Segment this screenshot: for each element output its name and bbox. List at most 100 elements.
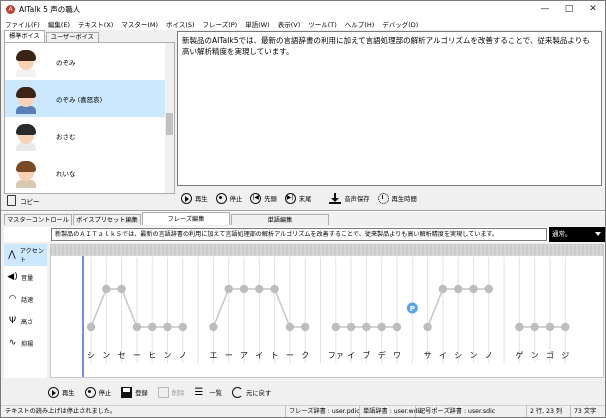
menu-item[interactable]: 編集(E) (44, 19, 74, 29)
voice-list[interactable]: のぞみのぞみ (喜怒哀) おさむれいな (4, 42, 175, 194)
button-label: 停止 (98, 389, 112, 397)
button-label: 一覧 (209, 389, 222, 397)
menu-item[interactable]: マスター(M) (117, 19, 162, 29)
kana-label: ア (240, 351, 248, 360)
voice-name: れいな (56, 169, 76, 178)
tab-edit-0[interactable]: マスターコントロール (4, 214, 72, 225)
kana-label: ジ (561, 351, 569, 360)
list-button[interactable]: ☰ 一覧 (194, 387, 222, 398)
menu-item[interactable]: ツール(T) (304, 19, 341, 29)
stop-button[interactable]: 停止 (215, 192, 242, 204)
undo-button[interactable]: 元に戻す (231, 386, 272, 398)
stop-icon (215, 192, 227, 204)
tab-edit-1[interactable]: ボイスプリセット編集 (73, 214, 141, 225)
voice-item[interactable] (5, 191, 174, 193)
delete-button: 削除 (157, 386, 184, 398)
menu-item[interactable]: テキスト(X) (74, 19, 117, 29)
menu-item[interactable]: 単語(W) (241, 19, 274, 29)
menu-item[interactable]: フレーズ(P) (199, 19, 242, 29)
skip-start-button[interactable]: |◀ 先頭 (250, 192, 277, 204)
tab-user-voice[interactable]: ユーザーボイス (45, 32, 99, 42)
accent-point (178, 322, 187, 332)
param-volume[interactable]: ◀) 音量 (4, 266, 47, 288)
stop-button[interactable]: 停止 (84, 386, 112, 398)
volume-icon: ◀) (7, 272, 18, 282)
copy-label: コピー (20, 197, 40, 206)
param-label: 高さ (21, 318, 34, 326)
accent-segment (273, 288, 291, 328)
kana-label: ン (531, 351, 539, 360)
accent-graph[interactable]: シンセーヒンノエーアイトークファイブデワサイシンノゲンゴジP (51, 245, 604, 378)
pitch-icon: Ψ (8, 316, 17, 326)
word-dict-status: 単語辞書 : user.wdic (359, 406, 423, 417)
register-button[interactable]: 登録 (121, 386, 148, 398)
accent-point (438, 284, 448, 294)
skip-end-button[interactable]: ▶| 末尾 (284, 192, 311, 204)
accent-point (331, 322, 340, 332)
minimize-button[interactable]: — (533, 1, 557, 17)
style-select-value: 通常。 (552, 230, 572, 238)
voice-item[interactable]: のぞみ (喜怒哀) (5, 80, 174, 117)
voice-item[interactable]: おさむ (5, 117, 174, 154)
accent-point (545, 322, 555, 332)
play-button[interactable]: 再生 (181, 192, 208, 204)
tab-edit-2[interactable]: フレーズ編集 (142, 212, 230, 225)
intonation-icon: ∿ (8, 338, 17, 348)
save-audio-button[interactable]: 音声保存 (329, 192, 370, 204)
accent-point (239, 284, 249, 294)
kana-label: セ (118, 351, 126, 360)
app-icon: A (6, 4, 15, 14)
voice-list-scrollbar[interactable] (165, 43, 174, 193)
menu-item[interactable]: 表示(V) (274, 19, 305, 29)
copy-button[interactable]: コピー (7, 195, 40, 206)
param-pitch[interactable]: Ψ 高さ (4, 310, 47, 332)
kana-label: ノ (179, 351, 187, 360)
accent-point (132, 322, 142, 332)
accent-point (163, 322, 172, 332)
play-icon (48, 386, 59, 398)
parameter-list: ⋀ アクセント ◀) 音量 ◠ 話速 Ψ 高さ ∿ 抑揚 (4, 244, 47, 378)
accent-icon: ⋀ (8, 250, 16, 260)
timer-button[interactable]: 再生時間 (377, 192, 417, 204)
status-message: テキストの読み上げは停止されました。 (5, 408, 117, 415)
kana-label: ー (133, 351, 141, 360)
main-text-editor[interactable]: 新製品のAITalk5では、最新の言語辞書の利用に加えて言語処理部の解析アルゴリ… (177, 31, 602, 186)
voice-avatar (11, 84, 41, 114)
tab-edit-3[interactable]: 単語編集 (231, 214, 329, 225)
button-label: 先頭 (264, 195, 277, 203)
maximize-button[interactable]: □ (557, 1, 581, 17)
menu-item[interactable]: ボイス(S) (162, 19, 199, 29)
menu-item[interactable]: デバッグ(D) (378, 19, 422, 29)
accent-point (561, 322, 570, 332)
accent-editor[interactable]: シンセーヒンノエーアイトークファイブデワサイシンノゲンゴジ P (50, 244, 604, 378)
scroll-thumb[interactable] (166, 113, 173, 135)
close-button[interactable]: ✕ (581, 1, 605, 17)
register-icon (121, 386, 133, 398)
param-accent[interactable]: ⋀ アクセント (4, 244, 47, 266)
menu-item[interactable]: ヘルプ(H) (341, 19, 378, 29)
accent-point (209, 322, 218, 332)
param-speed[interactable]: ◠ 話速 (4, 288, 47, 310)
kana-label: シ (454, 351, 462, 360)
voice-item[interactable]: のぞみ (5, 43, 174, 80)
phrase-toolbar: 再生 停止 登録 削除 ☰ 一覧 元に戻す (48, 381, 448, 403)
param-label: 音量 (21, 274, 34, 282)
timer-icon (377, 192, 389, 204)
tab-standard-voice[interactable]: 標準ボイス (4, 30, 45, 42)
accent-point (102, 284, 111, 294)
button-label: 元に戻す (245, 389, 272, 397)
param-intonation[interactable]: ∿ 抑揚 (4, 332, 47, 354)
voice-item[interactable]: れいな (5, 154, 174, 191)
menu-item[interactable]: ファイル(F) (1, 19, 44, 29)
voice-panel: 標準ボイス ユーザーボイス のぞみのぞみ (喜怒哀) おさむれいな コピー (4, 30, 175, 210)
button-label: 登録 (135, 389, 148, 397)
copy-icon (7, 195, 16, 206)
style-select[interactable]: 通常。 (549, 227, 605, 242)
phrase-dict-status: フレーズ辞書 : user.pdic (285, 406, 360, 417)
kana-label: ト (271, 351, 279, 360)
voice-name: のぞみ (喜怒哀) (56, 95, 103, 104)
play-button[interactable]: 再生 (48, 386, 75, 398)
voice-avatar (11, 158, 41, 188)
kana-label: ゲ (515, 350, 523, 360)
phrase-text-field[interactable]: 新製品のＡＩＴａｌｋ５では、最新の言語辞書の利用に加えて言語処理部の解析アルゴリ… (51, 228, 547, 241)
